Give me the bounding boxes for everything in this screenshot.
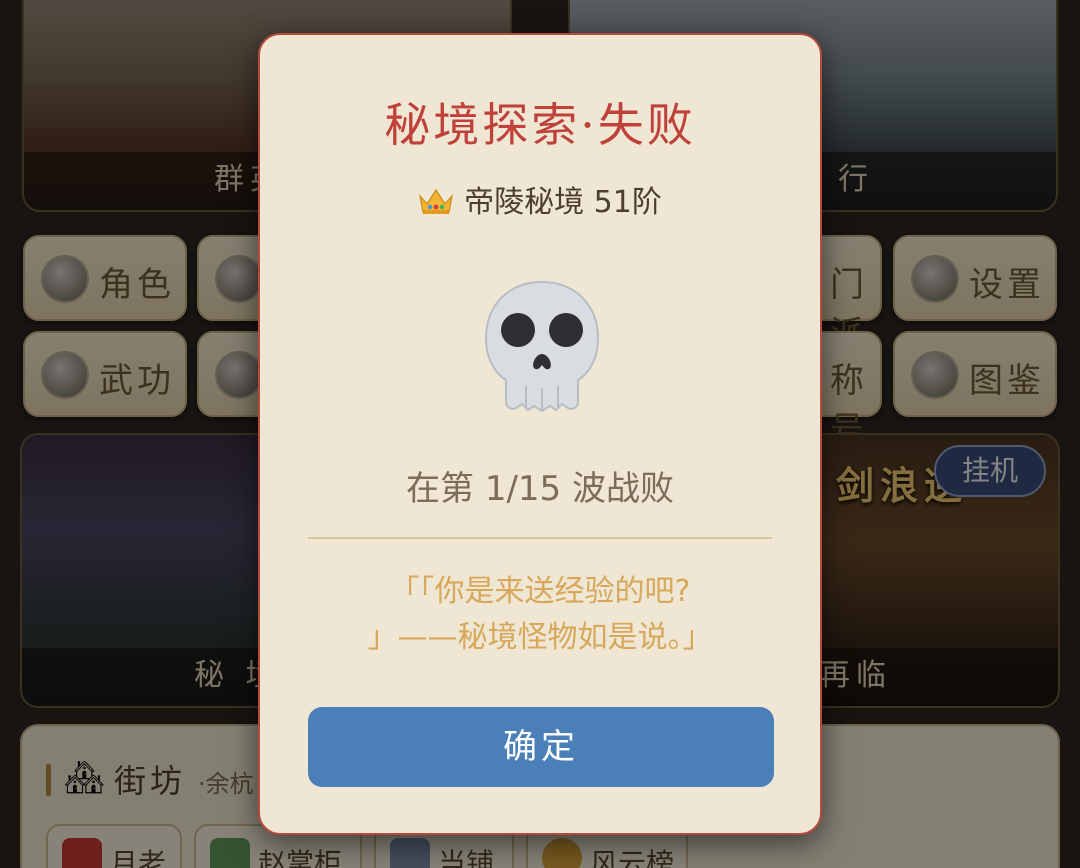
crown-icon <box>419 188 454 214</box>
divider <box>308 537 772 539</box>
monster-quote: 「「你是来送经验的吧? 」——秘境怪物如是说。」 <box>300 569 780 661</box>
defeat-wave-text: 在第 1/15 波战败 <box>406 469 674 509</box>
result-modal: 秘境探索·失败 帝陵秘境 51阶 在第 1/15 波战败 「「你是来送经验的吧?… <box>258 33 822 835</box>
quote-line: 「「你是来送经验的吧? <box>389 574 691 609</box>
skull-icon <box>484 280 600 412</box>
modal-title: 秘境探索·失败 <box>384 98 696 152</box>
confirm-button[interactable]: 确定 <box>308 707 774 787</box>
quote-line: 」——秘境怪物如是说。」 <box>367 620 713 655</box>
dungeon-info: 帝陵秘境 51阶 <box>260 177 820 221</box>
dungeon-name: 帝陵秘境 51阶 <box>464 185 662 220</box>
